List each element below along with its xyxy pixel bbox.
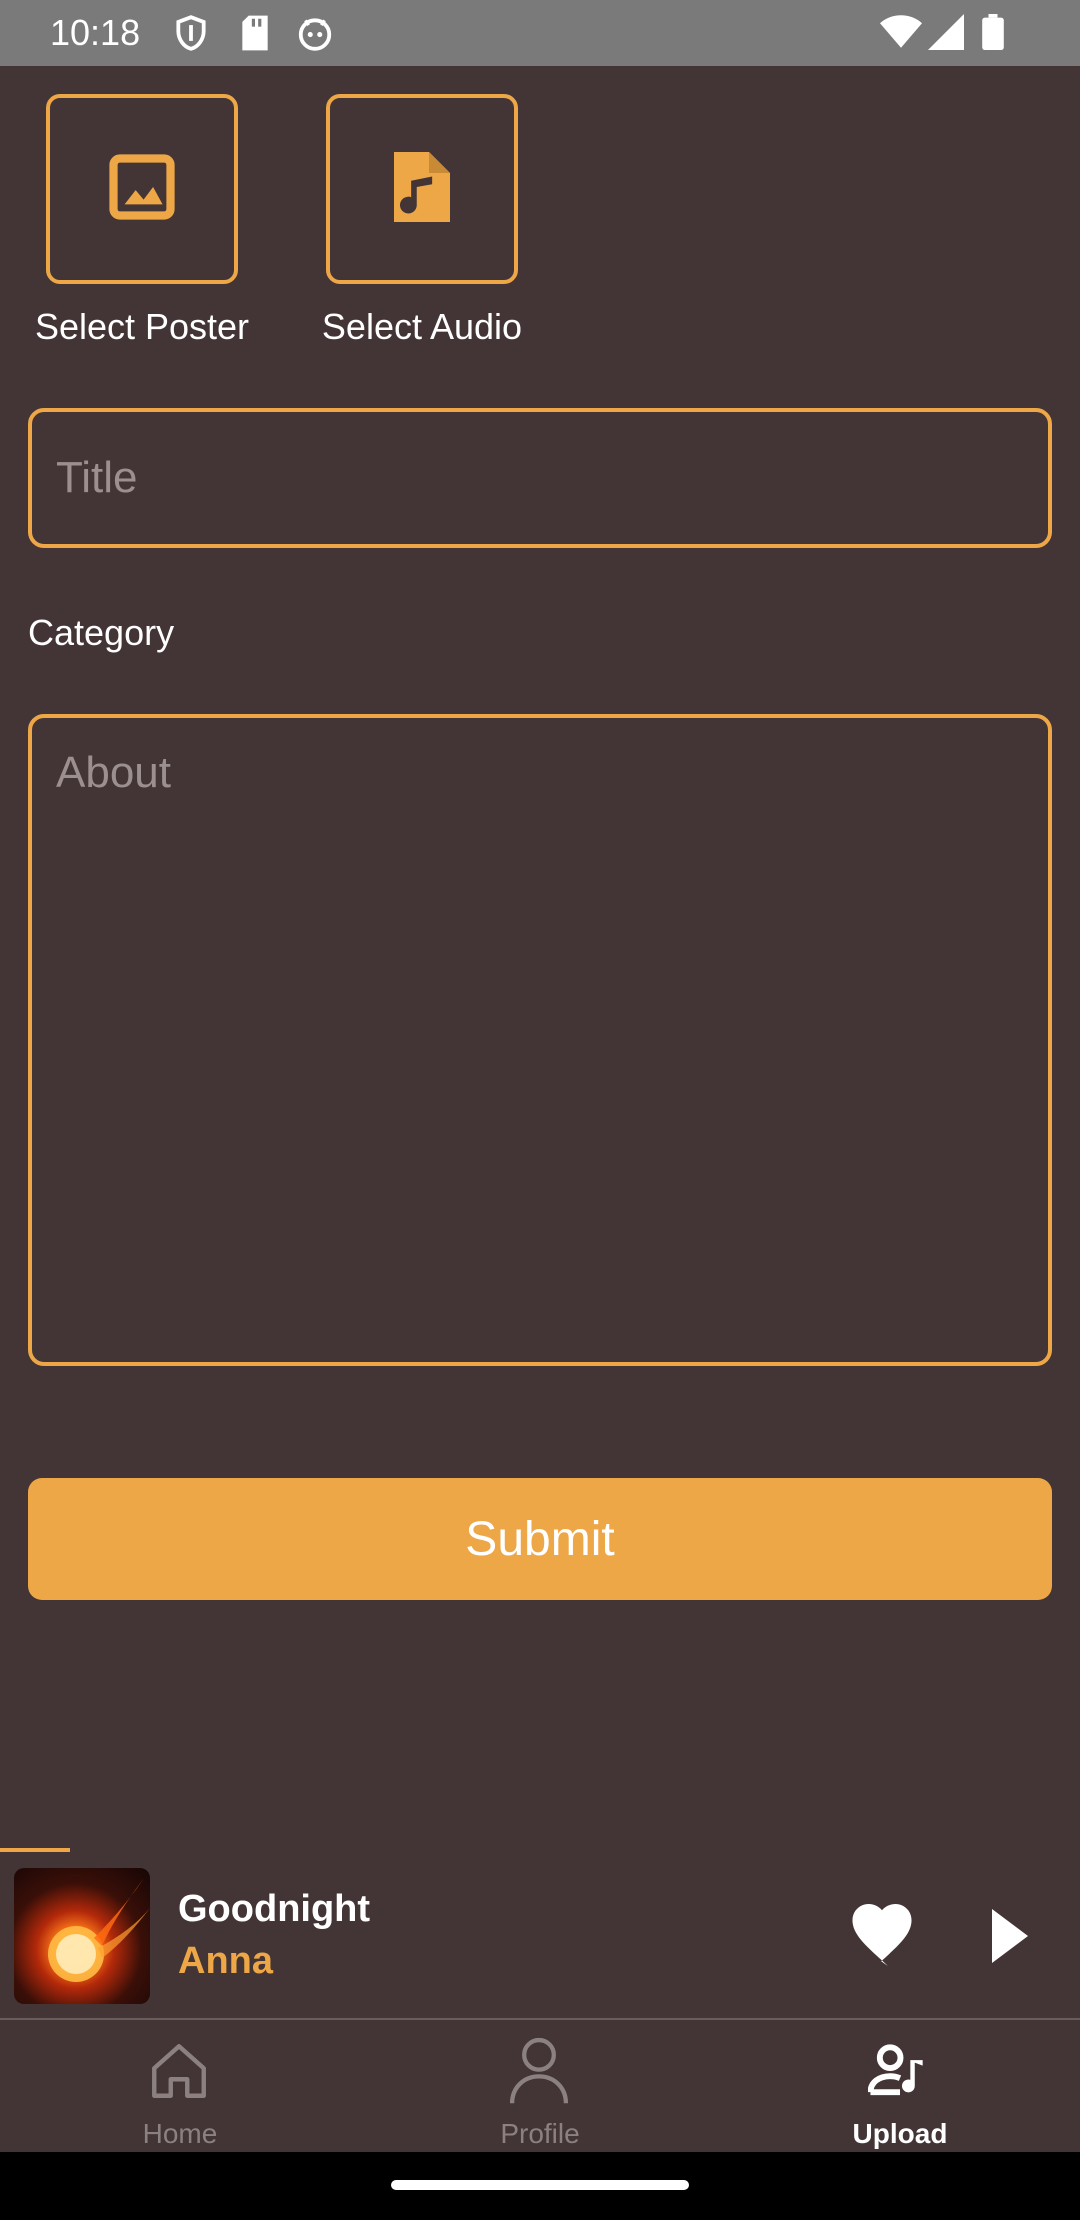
shield-icon	[172, 14, 210, 57]
nav-label-profile: Profile	[500, 2118, 580, 2149]
system-gesture-area	[0, 2152, 1080, 2220]
title-input[interactable]	[28, 408, 1052, 548]
select-audio-label: Select Audio	[321, 306, 523, 347]
status-bar: 10:18	[0, 0, 1080, 66]
battery-icon	[982, 14, 1004, 55]
person-icon	[506, 2036, 572, 2111]
select-poster-button[interactable]: Select Poster	[35, 94, 249, 347]
mini-player[interactable]: Goodnight Anna	[0, 1852, 1080, 2018]
nav-label-upload: Upload	[852, 2118, 948, 2149]
play-icon[interactable]	[988, 1906, 1032, 1966]
home-gesture-handle[interactable]	[391, 2180, 689, 2190]
nav-item-profile[interactable]: Profile	[360, 2020, 720, 2154]
select-audio-button[interactable]: Select Audio	[322, 94, 522, 347]
status-time: 10:18	[50, 12, 141, 53]
track-title: Goodnight	[178, 1888, 371, 1930]
signal-icon	[928, 14, 964, 55]
upload-music-icon	[867, 2042, 932, 2103]
audio-picker-box[interactable]	[326, 94, 518, 284]
wifi-icon	[880, 14, 922, 55]
about-input[interactable]	[28, 714, 1052, 1366]
track-artist: Anna	[178, 1940, 273, 1982]
image-icon	[104, 149, 180, 230]
submit-button[interactable]: Submit	[28, 1478, 1052, 1600]
bottom-navigation: Home Profile Upload	[0, 2018, 1080, 2152]
home-icon	[146, 2038, 212, 2109]
nav-label-home: Home	[142, 2118, 218, 2149]
album-art	[14, 1868, 150, 2004]
category-label: Category	[28, 612, 175, 653]
select-poster-label: Select Poster	[34, 306, 250, 347]
heart-icon[interactable]	[846, 1904, 918, 1966]
sd-card-icon	[238, 14, 272, 57]
audio-file-icon	[387, 145, 457, 234]
upload-screen: 10:18 Select Poster Select Audio Title C…	[0, 0, 1080, 2220]
nav-item-upload[interactable]: Upload	[720, 2020, 1080, 2154]
android-icon	[296, 14, 334, 57]
poster-picker-box[interactable]	[46, 94, 238, 284]
nav-item-home[interactable]: Home	[0, 2020, 360, 2154]
